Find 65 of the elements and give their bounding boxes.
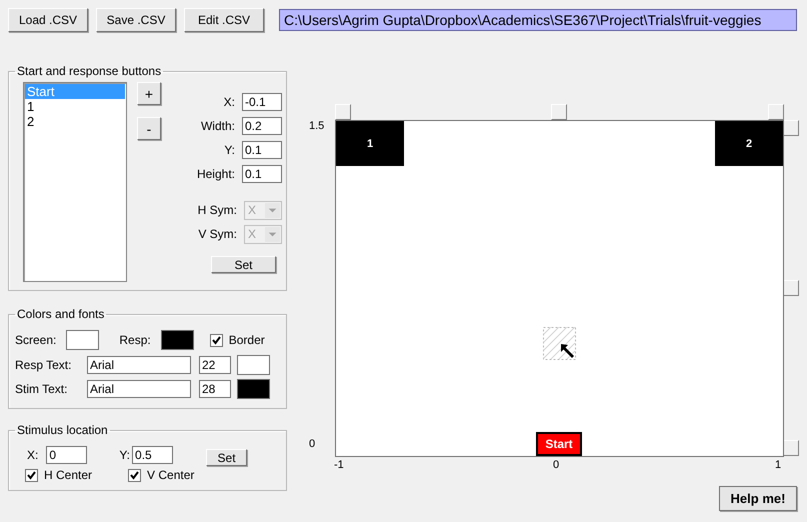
- field-label: Resp:: [119, 333, 151, 347]
- color-swatch[interactable]: [66, 330, 100, 350]
- add-button[interactable]: +: [137, 82, 161, 105]
- group-title: Colors and fonts: [16, 307, 106, 321]
- axis-label: 1: [775, 459, 782, 471]
- axis-label: 1.5: [309, 120, 324, 132]
- checkbox[interactable]: [128, 468, 142, 482]
- button-list[interactable]: Start 1 2: [23, 82, 127, 282]
- resize-handle[interactable]: [551, 104, 567, 120]
- remove-button[interactable]: -: [137, 117, 161, 140]
- field-label: Y:: [119, 448, 130, 462]
- toolbar-button[interactable]: Load .CSV: [8, 8, 88, 32]
- field-label: Height:: [196, 167, 235, 181]
- field-label: Resp Text:: [15, 358, 72, 372]
- help-button[interactable]: Help me!: [719, 486, 797, 511]
- field-label: Width:: [200, 119, 235, 133]
- resize-handle[interactable]: [783, 280, 799, 296]
- axis-label: -1: [334, 459, 344, 471]
- checkbox[interactable]: [25, 468, 38, 482]
- field-label: X:: [27, 448, 38, 462]
- font-field[interactable]: Arial: [87, 380, 191, 398]
- checkbox-label: V Center: [147, 468, 194, 482]
- resize-handle[interactable]: [768, 104, 784, 120]
- start-button[interactable]: Start: [536, 432, 582, 456]
- input-field[interactable]: 0.5: [132, 446, 174, 464]
- set-button[interactable]: Set: [206, 449, 248, 466]
- group-title: Start and response buttons: [16, 64, 162, 78]
- color-swatch[interactable]: [160, 330, 194, 350]
- field-label: V Sym:: [197, 227, 237, 241]
- input-field[interactable]: 0.2: [242, 117, 282, 135]
- response-button[interactable]: 1: [336, 121, 404, 166]
- size-field[interactable]: 22: [199, 356, 231, 374]
- resize-handle[interactable]: [783, 440, 799, 456]
- input-field[interactable]: -0.1: [242, 93, 282, 111]
- checkbox[interactable]: [210, 334, 223, 346]
- stimulus-placeholder-icon[interactable]: [543, 327, 576, 360]
- checkbox-label: H Center: [44, 468, 92, 482]
- file-path-field[interactable]: C:\Users\Agrim Gupta\Dropbox\Academics\SE367\Project\Trials\fruit-veggies: [279, 9, 797, 31]
- resize-handle[interactable]: [783, 120, 799, 136]
- field-label: Y:: [223, 143, 235, 157]
- toolbar-button[interactable]: Save .CSV: [96, 8, 176, 32]
- field-label: Stim Text:: [15, 382, 68, 396]
- caret-icon: [265, 226, 280, 242]
- input-field[interactable]: 0.1: [242, 141, 282, 159]
- color-swatch[interactable]: [237, 355, 270, 375]
- field-label: Screen:: [15, 333, 56, 347]
- caret-icon: [265, 202, 280, 218]
- field-label: X:: [222, 95, 235, 109]
- response-button[interactable]: 2: [715, 121, 783, 166]
- axis-label: 0: [553, 459, 560, 471]
- input-field[interactable]: 0.1: [242, 165, 282, 183]
- field-label: H Sym:: [196, 203, 237, 217]
- toolbar-button[interactable]: Edit .CSV: [184, 8, 264, 32]
- set-button[interactable]: Set: [211, 256, 276, 273]
- color-swatch[interactable]: [237, 379, 270, 399]
- group-title: Stimulus location: [16, 423, 109, 437]
- list-item[interactable]: 2: [25, 114, 125, 129]
- size-field[interactable]: 28: [199, 380, 231, 398]
- list-item[interactable]: 1: [25, 99, 125, 114]
- axis-label: 0: [309, 438, 316, 450]
- resize-handle[interactable]: [335, 104, 351, 120]
- input-field[interactable]: 0: [46, 446, 88, 464]
- font-field[interactable]: Arial: [87, 356, 191, 374]
- cursor-arrow-icon: [560, 343, 576, 361]
- checkbox-label: Border: [228, 333, 265, 347]
